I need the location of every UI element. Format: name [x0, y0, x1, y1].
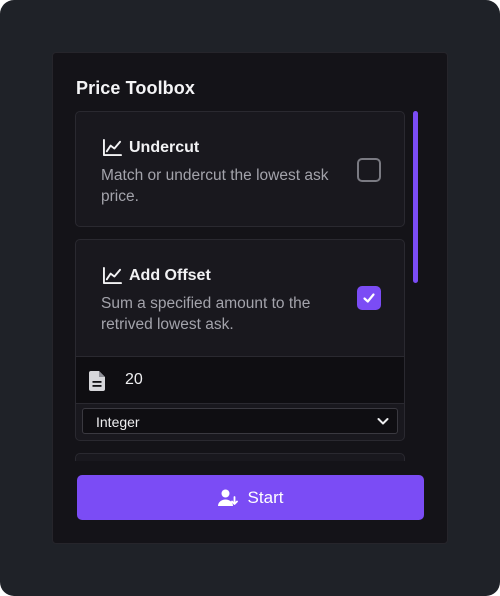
offset-type-selected: Integer: [96, 414, 140, 430]
user-start-icon: [217, 489, 238, 506]
add-offset-card-title: Add Offset: [129, 266, 211, 284]
offset-type-select[interactable]: Integer: [82, 408, 398, 434]
next-option-card[interactable]: [75, 453, 405, 461]
scrollbar[interactable]: [413, 111, 418, 461]
undercut-checkbox[interactable]: [357, 158, 381, 182]
add-offset-card-description: Sum a specified amount to the retrived l…: [101, 295, 311, 333]
document-icon: [89, 371, 105, 391]
panel-title: Price Toolbox: [76, 78, 195, 98]
undercut-card-title: Undercut: [129, 138, 200, 156]
add-offset-card-header: Add Offset: [102, 266, 211, 285]
start-button[interactable]: Start: [77, 475, 424, 520]
offset-value-row[interactable]: 20: [76, 356, 404, 404]
chevron-down-icon: [377, 418, 389, 425]
undercut-card-description: Match or undercut the lowest ask price.: [101, 167, 329, 205]
add-offset-checkbox[interactable]: [357, 286, 381, 310]
offset-value-input[interactable]: 20: [125, 371, 143, 389]
app-window: Price Toolbox Undercut Match or undercut…: [0, 0, 500, 596]
add-offset-card[interactable]: Add Offset Sum a specified amount to the…: [75, 239, 405, 441]
undercut-card-header: Undercut: [102, 138, 199, 157]
price-toolbox-panel: Price Toolbox Undercut Match or undercut…: [52, 52, 448, 544]
undercut-card[interactable]: Undercut Match or undercut the lowest as…: [75, 111, 405, 227]
chart-line-icon: [103, 266, 122, 285]
checkmark-icon: [363, 293, 375, 303]
options-scroll-area[interactable]: Undercut Match or undercut the lowest as…: [75, 111, 405, 461]
chart-line-icon: [103, 138, 122, 157]
start-button-label: Start: [247, 487, 284, 507]
scrollbar-thumb[interactable]: [413, 111, 418, 283]
